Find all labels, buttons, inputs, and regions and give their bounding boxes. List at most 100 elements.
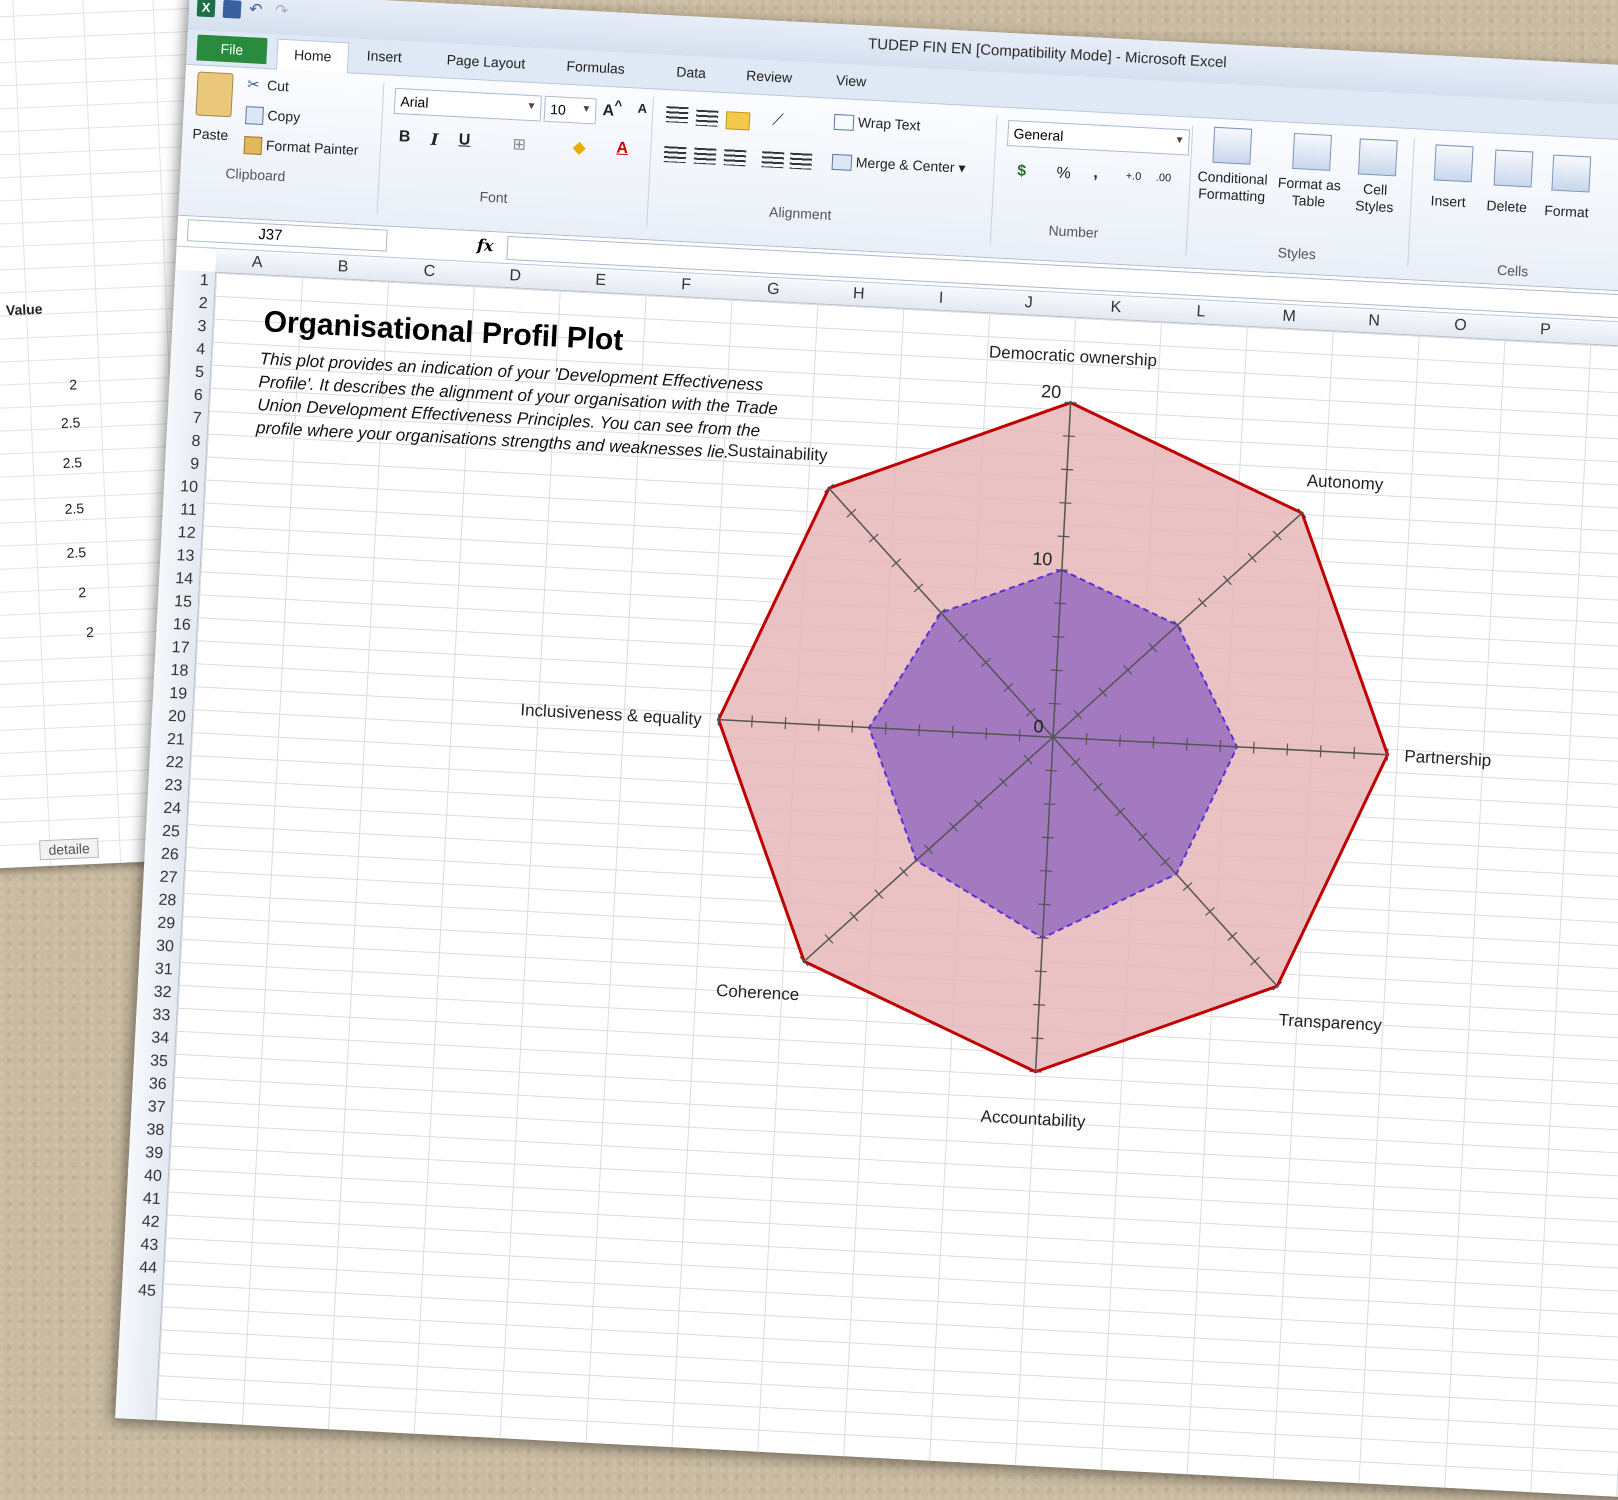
paste-button[interactable]: [195, 71, 234, 118]
font-color-icon[interactable]: A: [610, 139, 635, 158]
column-header-e[interactable]: E: [595, 272, 607, 291]
currency-icon[interactable]: $: [1009, 162, 1034, 181]
row-header[interactable]: 1: [174, 271, 209, 291]
row-header[interactable]: 3: [172, 317, 207, 337]
column-header-f[interactable]: F: [681, 276, 692, 294]
insert-cells-icon[interactable]: [1433, 144, 1474, 183]
row-header[interactable]: 23: [148, 776, 183, 796]
row-header[interactable]: 19: [153, 684, 188, 704]
align-bottom-icon[interactable]: [725, 111, 751, 131]
row-header[interactable]: 15: [157, 592, 193, 612]
row-header[interactable]: 24: [147, 799, 182, 819]
underline-button[interactable]: U: [452, 131, 477, 150]
font-size-select[interactable]: 10 ▼: [543, 95, 597, 125]
delete-cells-icon[interactable]: [1493, 149, 1534, 188]
column-header-b[interactable]: B: [337, 258, 349, 277]
column-header-o[interactable]: O: [1454, 317, 1467, 336]
row-header[interactable]: 25: [145, 822, 181, 842]
row-header[interactable]: 2: [173, 294, 208, 314]
row-header[interactable]: 42: [125, 1212, 160, 1232]
cell-styles-icon[interactable]: [1357, 138, 1398, 177]
row-header[interactable]: 27: [143, 868, 178, 888]
fill-color-icon[interactable]: ◆: [567, 137, 592, 158]
borders-icon[interactable]: ⊞: [507, 134, 532, 155]
tab-insert[interactable]: Insert: [366, 47, 402, 65]
comma-button[interactable]: ,: [1083, 164, 1108, 183]
sheet-tab[interactable]: detailed_check: [223, 1428, 340, 1455]
row-header[interactable]: 33: [136, 1006, 171, 1026]
column-header-h[interactable]: H: [853, 285, 865, 304]
decrease-indent-icon[interactable]: [761, 151, 785, 169]
row-header[interactable]: 17: [155, 638, 190, 658]
row-header[interactable]: 31: [138, 960, 173, 980]
row-header[interactable]: 8: [166, 431, 201, 451]
row-header[interactable]: 41: [126, 1189, 161, 1209]
tab-view[interactable]: View: [836, 72, 867, 90]
row-header[interactable]: 43: [124, 1235, 159, 1255]
decrease-decimal-icon[interactable]: .00: [1151, 172, 1176, 185]
format-button[interactable]: Format: [1544, 202, 1589, 220]
delete-button[interactable]: Delete: [1486, 197, 1527, 215]
row-header[interactable]: 21: [150, 730, 186, 750]
format-as-table-button[interactable]: Format as Table: [1272, 174, 1346, 212]
tab-formulas[interactable]: Formulas: [566, 58, 625, 77]
tab-file[interactable]: File: [196, 34, 268, 65]
column-header-k[interactable]: K: [1110, 299, 1122, 318]
row-header[interactable]: 40: [127, 1166, 163, 1186]
merge-center-button[interactable]: Merge & Center ▾: [831, 153, 966, 177]
row-header[interactable]: 22: [149, 753, 184, 773]
shrink-font-button[interactable]: A: [630, 100, 655, 116]
italic-button[interactable]: I: [422, 129, 447, 149]
row-header[interactable]: 16: [156, 615, 192, 635]
tab-data[interactable]: Data: [676, 64, 706, 82]
row-header[interactable]: 11: [162, 500, 197, 520]
conditional-formatting-button[interactable]: Conditional Formatting: [1186, 167, 1278, 206]
column-header-c[interactable]: C: [423, 263, 435, 282]
row-header[interactable]: 26: [144, 845, 179, 865]
column-header-n[interactable]: N: [1368, 312, 1380, 331]
align-center-icon[interactable]: [693, 147, 717, 165]
increase-decimal-icon[interactable]: +.0: [1121, 170, 1146, 183]
sheet-nav-icon[interactable]: ⏮ ◀ ▶ ⏭: [124, 1425, 182, 1444]
row-header[interactable]: 10: [164, 477, 199, 497]
percent-button[interactable]: %: [1051, 164, 1076, 183]
column-header-i[interactable]: I: [938, 290, 943, 308]
orientation-icon[interactable]: ⟋: [765, 111, 790, 130]
row-header[interactable]: 5: [170, 362, 205, 382]
column-header-g[interactable]: G: [767, 281, 780, 300]
tab-review[interactable]: Review: [746, 67, 793, 85]
bold-button[interactable]: B: [392, 128, 417, 147]
column-header-d[interactable]: D: [509, 267, 521, 286]
tab-home[interactable]: Home: [275, 38, 350, 74]
row-header[interactable]: 12: [161, 523, 196, 543]
row-header[interactable]: 14: [159, 569, 194, 589]
increase-indent-icon[interactable]: [789, 152, 813, 170]
align-left-icon[interactable]: [663, 146, 687, 164]
redo-icon[interactable]: ↷: [275, 2, 294, 21]
column-header-p[interactable]: P: [1540, 321, 1552, 340]
row-header[interactable]: 36: [132, 1075, 167, 1095]
align-top-icon[interactable]: [665, 106, 689, 124]
grow-font-button[interactable]: A^: [600, 97, 625, 122]
save-icon[interactable]: [222, 0, 242, 19]
format-cells-icon[interactable]: [1551, 154, 1592, 193]
row-header[interactable]: 32: [137, 983, 172, 1003]
format-as-table-icon[interactable]: [1292, 132, 1332, 171]
number-format-select[interactable]: General ▼: [1006, 120, 1191, 156]
row-header[interactable]: 30: [139, 937, 175, 957]
row-header[interactable]: 29: [141, 914, 176, 934]
cell-styles-button[interactable]: Cell Styles: [1348, 180, 1402, 217]
column-header-l[interactable]: L: [1196, 303, 1206, 321]
column-header-m[interactable]: M: [1282, 308, 1296, 327]
cut-button[interactable]: ✂ Cut: [247, 76, 290, 95]
row-header[interactable]: 18: [154, 661, 189, 681]
cell-area[interactable]: Organisational Profil Plot This plot pro…: [154, 272, 1618, 1500]
column-header-j[interactable]: J: [1024, 294, 1033, 312]
row-header[interactable]: 45: [121, 1281, 157, 1301]
radar-chart[interactable]: 0 10 20 Democratic ownership Autonomy Partner…: [159, 273, 1618, 1450]
row-header[interactable]: 7: [167, 408, 202, 428]
row-header[interactable]: 28: [142, 891, 177, 911]
conditional-formatting-icon[interactable]: [1212, 126, 1253, 165]
row-header[interactable]: 6: [168, 385, 203, 405]
align-middle-icon[interactable]: [695, 109, 719, 127]
